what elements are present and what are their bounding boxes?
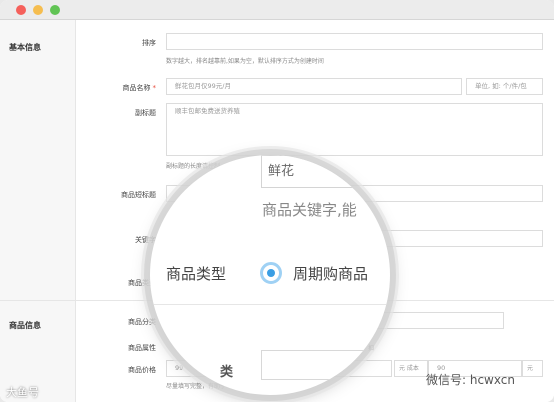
section-column: [0, 20, 76, 402]
minimize-window-button[interactable]: [33, 5, 43, 15]
subtitle-textarea[interactable]: 顺丰包邮免费送货养殖: [166, 103, 543, 156]
magnifier-lens: 鲜花 商品关键字,能 商品类型 周期购商品 类: [150, 155, 390, 395]
category-label: 商品分类: [128, 318, 156, 326]
name-input[interactable]: 鲜花包月仅99元/月: [166, 78, 462, 95]
magnified-keyword-text: 商品关键字,能: [262, 201, 357, 219]
radio-selected-dot: [267, 269, 275, 277]
section-title-product: 商品信息: [9, 321, 41, 330]
cost-addon: 元 成本: [394, 360, 428, 377]
magnified-type-label: 商品类型: [166, 265, 227, 283]
keywords-label: 关键字: [135, 236, 156, 244]
attributes-label: 商品属性: [128, 344, 156, 352]
subtitle-label: 副标题: [135, 109, 156, 117]
watermark-left: 大鱼号: [6, 386, 39, 399]
app-window: 基本信息 商品信息 排序 数字越大，排名越靠前,如果为空，默认排序方式为创建时间…: [0, 0, 554, 402]
unit-input[interactable]: 单位, 如: 个/件/包: [466, 78, 543, 95]
section-title-basic: 基本信息: [9, 43, 41, 52]
type-label: 商品类型: [128, 279, 156, 287]
magnified-section-divider: [150, 304, 390, 305]
watermark-right: 微信号: hcwxcn: [426, 373, 515, 387]
cost-unit-addon: 元: [522, 360, 543, 377]
magnified-name-input: 鲜花: [261, 155, 390, 188]
magnified-char: 类: [220, 365, 234, 380]
sort-label: 排序: [142, 39, 156, 47]
magnified-price-field: [261, 350, 390, 380]
periodic-product-option-label: 周期购商品: [293, 265, 369, 283]
close-window-button[interactable]: [16, 5, 26, 15]
sort-input[interactable]: [166, 33, 543, 50]
title-bar: [0, 0, 554, 20]
short-title-label: 商品短标题: [121, 191, 156, 199]
sort-hint: 数字越大，排名越靠前,如果为空，默认排序方式为创建时间: [166, 58, 324, 65]
name-label: 商品名称 *: [122, 84, 157, 92]
periodic-product-radio[interactable]: [260, 262, 282, 284]
maximize-window-button[interactable]: [50, 5, 60, 15]
price-label: 商品价格: [128, 366, 156, 374]
